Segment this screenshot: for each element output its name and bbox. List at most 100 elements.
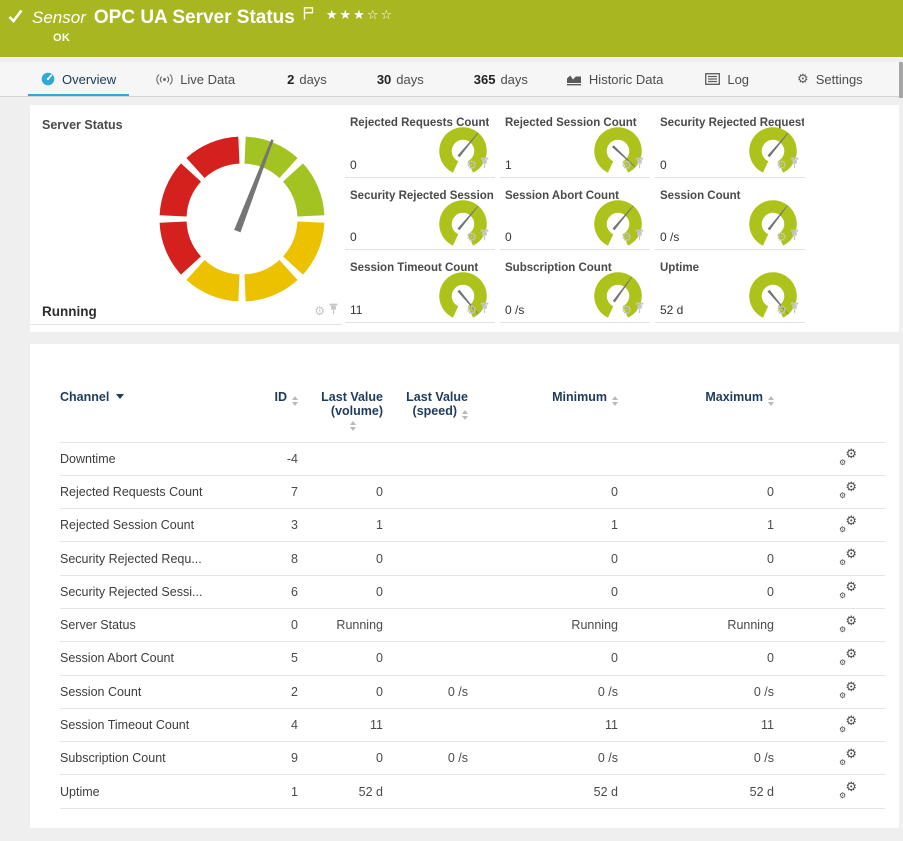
sort-icon <box>768 396 774 406</box>
mini-gauge-panel[interactable]: Subscription Count0 /s⚙ <box>500 250 650 323</box>
sensor-page: Sensor OPC UA Server Status ★★★☆☆ OK Ove… <box>0 0 903 841</box>
live-icon <box>156 73 173 86</box>
channel-value: 0 /s <box>660 230 679 244</box>
tab-30-days[interactable]: 30days <box>364 62 437 96</box>
cell-actions: ⚙⚙ <box>781 509 885 542</box>
log-icon <box>705 73 720 85</box>
gear-icon[interactable]: ⚙ <box>776 304 787 316</box>
tab-log[interactable]: Log <box>692 62 762 96</box>
tab-range-number: 2 <box>287 72 294 87</box>
cell: 9 <box>250 742 305 775</box>
gear-icon[interactable]: ⚙ <box>776 231 787 243</box>
channel-settings-icon[interactable]: ⚙⚙ <box>839 716 857 732</box>
cell: 52 d <box>475 775 625 808</box>
status-badge: OK <box>53 32 70 44</box>
mini-gauge-panel[interactable]: Rejected Session Count1⚙ <box>500 105 650 178</box>
cell-actions: ⚙⚙ <box>781 442 885 475</box>
priority-flag-icon[interactable] <box>303 6 314 25</box>
channel-settings-icon[interactable]: ⚙⚙ <box>839 482 857 498</box>
cell: 0 <box>475 475 625 508</box>
channel-settings-icon[interactable]: ⚙⚙ <box>839 516 857 532</box>
gear-icon[interactable]: ⚙ <box>314 305 325 317</box>
cell: 0 <box>625 542 781 575</box>
mini-gauge-panel[interactable]: Session Timeout Count11⚙ <box>345 250 495 323</box>
pin-icon[interactable] <box>635 156 644 174</box>
cell: Running <box>475 608 625 641</box>
cell: 1 <box>305 509 390 542</box>
pin-icon[interactable] <box>635 228 644 246</box>
channel-settings-icon[interactable]: ⚙⚙ <box>839 616 857 632</box>
channel-title: Server Status <box>42 118 123 132</box>
pin-icon[interactable] <box>790 301 799 319</box>
gear-icon[interactable]: ⚙ <box>621 304 632 316</box>
cell-actions: ⚙⚙ <box>781 742 885 775</box>
channel-value: 1 <box>505 158 512 172</box>
mini-gauge-panel[interactable]: Rejected Requests Count0⚙ <box>345 105 495 178</box>
channel-settings-icon[interactable]: ⚙⚙ <box>839 449 857 465</box>
channel-settings-icon[interactable]: ⚙⚙ <box>839 749 857 765</box>
object-kind-label: Sensor <box>32 8 86 28</box>
tab-live-data[interactable]: Live Data <box>143 62 248 96</box>
channel-settings-icon[interactable]: ⚙⚙ <box>839 649 857 665</box>
cell: 8 <box>250 542 305 575</box>
mini-gauge-panel[interactable]: Session Abort Count0⚙ <box>500 178 650 251</box>
column-header-last-value-volume[interactable]: Last Value (volume) <box>305 384 390 442</box>
cell: 0 <box>475 542 625 575</box>
tab-bar: Overview Live Data 2days 30days 365days Histo… <box>0 62 903 97</box>
channel-value: 0 <box>350 230 357 244</box>
gear-icon[interactable]: ⚙ <box>466 159 477 171</box>
pin-icon[interactable] <box>480 156 489 174</box>
gear-icon[interactable]: ⚙ <box>621 159 632 171</box>
cell <box>390 542 475 575</box>
pin-icon[interactable] <box>635 301 644 319</box>
column-header-channel[interactable]: Channel <box>60 384 250 442</box>
tab-settings[interactable]: ⚙Settings <box>784 62 876 96</box>
pin-icon[interactable] <box>790 156 799 174</box>
mini-gauge-panel[interactable]: Session Count0 /s⚙ <box>655 178 805 251</box>
cell: 0 /s <box>475 742 625 775</box>
cell: Uptime <box>60 775 250 808</box>
sort-desc-icon <box>116 394 124 399</box>
cell: 4 <box>250 708 305 741</box>
channels-card: Channel ID Last Value (volume) Last Valu… <box>30 344 899 828</box>
tab-overview[interactable]: Overview <box>28 62 129 96</box>
cell: 0 <box>305 475 390 508</box>
gear-icon[interactable]: ⚙ <box>466 231 477 243</box>
channel-value: 11 <box>350 303 362 317</box>
mini-gauge-panel[interactable]: Security Rejected Requests C...0⚙ <box>655 105 805 178</box>
cell: Running <box>305 608 390 641</box>
column-header-last-value-speed[interactable]: Last Value (speed) <box>390 384 475 442</box>
table-row: Session Count200 /s0 /s0 /s⚙⚙ <box>60 675 885 708</box>
pin-icon[interactable] <box>329 302 338 320</box>
cell: 0 <box>475 642 625 675</box>
server-status-panel[interactable]: Server Status Running ⚙ <box>30 105 342 325</box>
column-header-id[interactable]: ID <box>250 384 305 442</box>
pin-icon[interactable] <box>480 301 489 319</box>
channel-value: 0 /s <box>505 303 524 317</box>
channel-value: 0 <box>660 158 667 172</box>
mini-gauge-panel[interactable]: Uptime52 d⚙ <box>655 250 805 323</box>
pin-icon[interactable] <box>480 228 489 246</box>
channel-settings-icon[interactable]: ⚙⚙ <box>839 582 857 598</box>
cell: 0 <box>250 608 305 641</box>
table-row: Rejected Requests Count7000⚙⚙ <box>60 475 885 508</box>
channel-settings-icon[interactable]: ⚙⚙ <box>839 549 857 565</box>
cell: Downtime <box>60 442 250 475</box>
mini-gauge-panel[interactable]: Security Rejected Session Co...0⚙ <box>345 178 495 251</box>
gear-icon[interactable]: ⚙ <box>466 304 477 316</box>
gear-icon[interactable]: ⚙ <box>621 231 632 243</box>
channel-settings-icon[interactable]: ⚙⚙ <box>839 682 857 698</box>
tab-historic-data[interactable]: Historic Data <box>553 62 676 96</box>
pin-icon[interactable] <box>790 228 799 246</box>
channel-settings-icon[interactable]: ⚙⚙ <box>839 782 857 798</box>
cell: -4 <box>250 442 305 475</box>
cell <box>390 442 475 475</box>
cell: 2 <box>250 675 305 708</box>
tab-365-days[interactable]: 365days <box>461 62 541 96</box>
priority-stars[interactable]: ★★★☆☆ <box>326 8 394 23</box>
column-header-maximum[interactable]: Maximum <box>625 384 781 442</box>
tab-2-days[interactable]: 2days <box>274 62 340 96</box>
gear-icon[interactable]: ⚙ <box>776 159 787 171</box>
cell-actions: ⚙⚙ <box>781 675 885 708</box>
column-header-minimum[interactable]: Minimum <box>475 384 625 442</box>
